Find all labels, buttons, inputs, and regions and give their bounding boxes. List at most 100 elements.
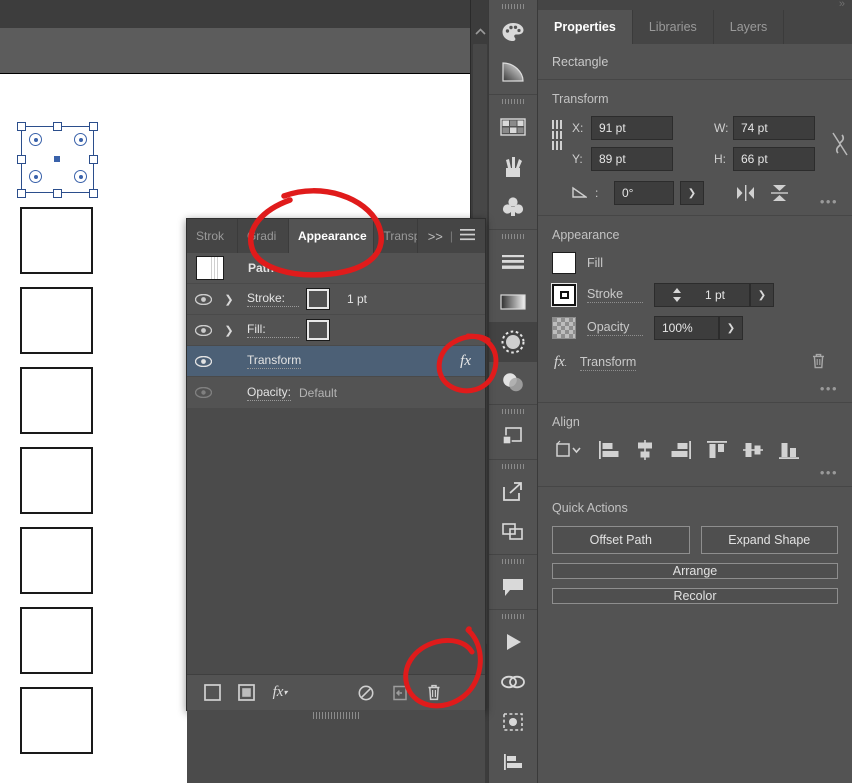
arrange-button[interactable]: Arrange [552,563,838,579]
recolor-button[interactable]: Recolor [552,588,838,604]
appearance-row-opacity-value[interactable]: Default [299,386,337,400]
resize-handle-br[interactable] [89,189,98,198]
export-icon[interactable] [489,472,537,512]
visibility-eye-off-icon[interactable] [187,387,219,398]
rotate-handle-tl[interactable] [29,133,42,146]
resize-handle-tr[interactable] [89,122,98,131]
align-buttons-row[interactable] [552,439,838,464]
visibility-eye-icon[interactable] [187,324,219,336]
flip-vertical-icon[interactable] [771,184,788,205]
tab-transparency[interactable]: Transp [374,219,418,253]
expand-chevron-icon[interactable]: ❯ [219,293,239,306]
hamburger-menu-icon[interactable] [460,228,476,244]
symbols-icon[interactable] [489,187,537,227]
properties-tabbar[interactable]: Properties Libraries Layers [538,10,852,44]
duplicate-selected-item-icon[interactable] [383,675,417,711]
stroke-swatch[interactable] [551,283,577,307]
gradient-bar-icon[interactable] [489,282,537,322]
appearance-row-opacity[interactable]: Opacity: Default [187,377,485,408]
opacity-checker-swatch[interactable] [552,317,576,339]
ref-point-bc[interactable] [556,141,558,150]
opacity-options-icon[interactable]: ❯ [719,316,743,340]
artboard-rectangle[interactable] [20,287,93,354]
appearance-effect-row[interactable]: fx. Transform [552,353,838,372]
scroll-up-icon[interactable] [471,24,489,40]
y-input[interactable]: 89 pt [591,147,673,171]
tab-layers[interactable]: Layers [714,10,785,44]
expand-chevron-icon[interactable]: ❯ [219,324,239,337]
appearance-row-stroke-value[interactable]: 1 pt [347,292,367,306]
stroke-lines-icon[interactable] [489,242,537,282]
trash-icon[interactable] [811,353,826,372]
transform-more-options[interactable]: ••• [820,194,838,209]
actions-play-icon[interactable] [489,622,537,662]
delete-selected-item-icon[interactable] [417,675,451,711]
artboard-rectangle[interactable] [20,367,93,434]
align-panel-icon[interactable] [489,742,537,782]
tab-gradient[interactable]: Gradi [238,219,289,253]
align-right-icon[interactable] [670,439,692,464]
tab-stroke[interactable]: Strok [187,219,238,253]
fill-swatch[interactable] [552,252,576,274]
expand-shape-button[interactable]: Expand Shape [700,526,838,554]
height-input[interactable]: 66 pt [733,147,815,171]
ref-point-center[interactable] [556,130,558,140]
artboard-rectangle[interactable] [20,527,93,594]
reference-point-grid[interactable] [552,120,562,150]
panel-resize-grip[interactable] [313,712,359,719]
artboards-icon[interactable] [489,512,537,552]
pathfinder-icon[interactable] [489,417,537,457]
color-guide-icon[interactable] [489,107,537,147]
flip-horizontal-icon[interactable] [736,185,755,204]
align-to-selection-icon[interactable] [554,439,584,464]
add-new-fill-icon[interactable] [229,675,263,711]
align-bottom-icon[interactable] [778,439,800,464]
appearance-panel-footer[interactable]: fx ▾ [187,674,485,710]
tab-properties[interactable]: Properties [538,10,633,44]
ref-point-tc[interactable] [556,120,558,129]
offset-path-button[interactable]: Offset Path [552,526,690,554]
visibility-eye-icon[interactable] [187,355,219,367]
add-new-stroke-icon[interactable] [195,675,229,711]
gradient-swatch-icon[interactable] [489,52,537,92]
add-new-effect-icon[interactable]: fx ▾ [263,675,297,711]
angle-input[interactable]: 0° [614,181,674,205]
resize-handle-mr[interactable] [89,155,98,164]
dock-drag-grip[interactable] [489,555,537,567]
artboard-rectangle[interactable] [20,687,93,754]
ref-point-ml[interactable] [552,130,554,140]
resize-handle-bc[interactable] [53,189,62,198]
color-palette-icon[interactable] [489,12,537,52]
collapse-panels-icon[interactable]: » [839,0,845,10]
brushes-icon[interactable] [489,147,537,187]
angle-dropdown-icon[interactable]: ❯ [680,181,704,205]
appearance-row-stroke[interactable]: ❯ Stroke: 1 pt [187,284,485,315]
properties-panel[interactable]: » Properties Libraries Layers Rectangle … [538,0,852,783]
dock-drag-grip[interactable] [489,460,537,472]
resize-handle-tc[interactable] [53,122,62,131]
x-input[interactable]: 91 pt [591,116,673,140]
stroke-width-stepper[interactable] [654,283,698,307]
ref-point-mr[interactable] [560,130,562,140]
link-broken-icon[interactable] [831,130,849,161]
tabbar-controls[interactable]: >> | [418,219,485,253]
fx-icon[interactable]: fx. [554,354,567,371]
fx-icon[interactable]: fx [460,353,471,370]
align-left-icon[interactable] [598,439,620,464]
fill-color-swatch[interactable] [306,319,330,341]
appearance-more-options[interactable]: ••• [820,381,838,396]
dock-drag-grip[interactable] [489,0,537,12]
ref-point-bl[interactable] [552,141,554,150]
stroke-width-input[interactable]: 1 pt [698,283,750,307]
stroke-color-swatch[interactable] [306,288,330,310]
dock-drag-grip[interactable] [489,610,537,622]
rotate-handle-bl[interactable] [29,170,42,183]
appearance-opacity-row[interactable]: Opacity 100% ❯ [552,316,838,340]
align-horizontal-center-icon[interactable] [634,439,656,464]
resize-handle-ml[interactable] [17,155,26,164]
artboard-rectangle[interactable] [20,607,93,674]
clear-appearance-icon[interactable] [349,675,383,711]
panel-overflow-icon[interactable]: >> [428,229,443,244]
resize-handle-bl[interactable] [17,189,26,198]
rotate-handle-tr[interactable] [74,133,87,146]
